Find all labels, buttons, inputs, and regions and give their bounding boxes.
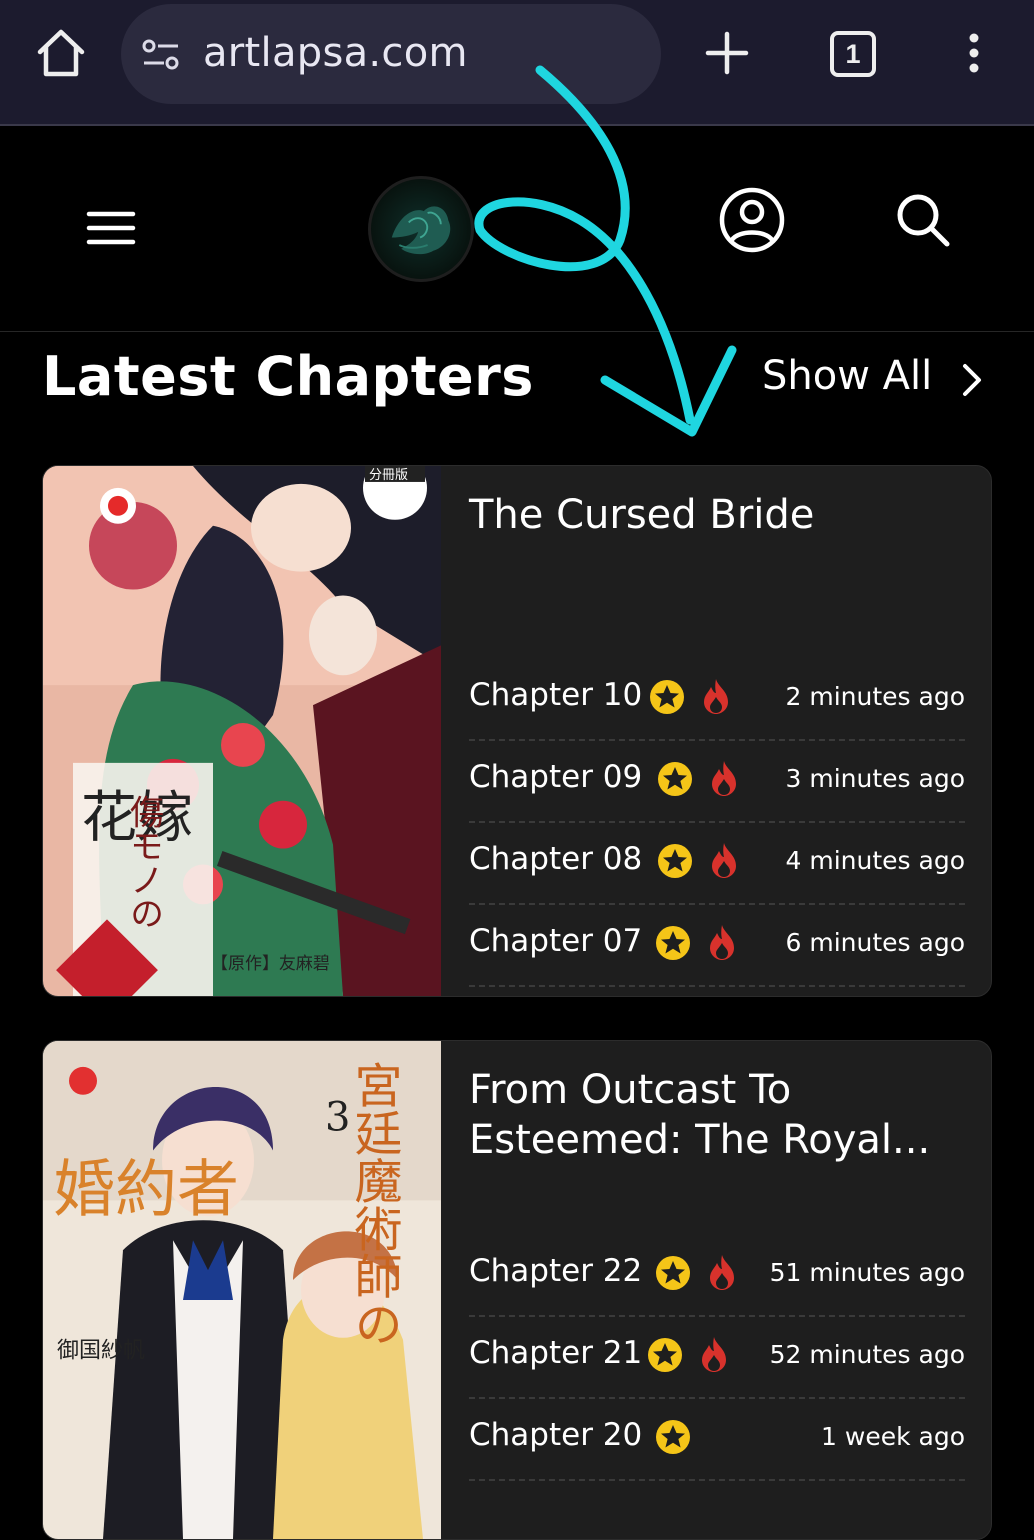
tab-switcher-button[interactable]: 1: [830, 31, 876, 77]
chapter-label[interactable]: Chapter 10: [469, 677, 642, 713]
section-title: Latest Chapters: [42, 345, 534, 408]
cover-badge: 分冊版: [369, 468, 408, 483]
chapter-label[interactable]: Chapter 21: [469, 1335, 642, 1371]
manga-title[interactable]: The Cursed Bride: [469, 490, 969, 540]
chapter-label[interactable]: Chapter 07: [469, 923, 642, 959]
chevron-right-icon[interactable]: [960, 361, 984, 399]
cover-author: 御国紗帆: [57, 1339, 145, 1364]
home-icon[interactable]: [34, 26, 88, 80]
cover-title-jp-vertical: 宮廷魔術師の: [345, 1061, 402, 1348]
site-logo[interactable]: [368, 176, 474, 282]
hamburger-menu-icon[interactable]: [86, 208, 136, 248]
star-icon: [647, 1337, 683, 1373]
tab-count: 1: [845, 39, 861, 69]
search-icon[interactable]: [893, 190, 953, 250]
chapter-row[interactable]: Chapter 07 6 minutes ago: [469, 905, 965, 987]
show-all-label[interactable]: Show All: [762, 353, 932, 399]
show-all-link[interactable]: Show All: [762, 353, 981, 407]
star-icon: [657, 761, 693, 797]
site-header: [0, 128, 1034, 332]
manga-card[interactable]: 婚約者 宮廷魔術師の 3 御国紗帆 From Outcast To Esteem…: [42, 1040, 992, 1540]
fire-icon: [707, 1253, 737, 1291]
chapter-time: 6 minutes ago: [785, 928, 965, 957]
url-text[interactable]: artlapsa.com: [203, 30, 468, 76]
chapter-row[interactable]: Chapter 20 1 week ago: [469, 1399, 965, 1481]
chapter-label[interactable]: Chapter 09: [469, 759, 642, 795]
chapter-label[interactable]: Chapter 20: [469, 1417, 642, 1453]
cover-title-jp-vertical: 傷モノの: [123, 795, 163, 931]
chapter-row[interactable]: Chapter 22 51 minutes ago: [469, 1235, 965, 1317]
star-icon: [655, 1419, 691, 1455]
cover-image[interactable]: 婚約者 宮廷魔術師の 3 御国紗帆: [43, 1041, 441, 1539]
account-icon[interactable]: [718, 186, 786, 254]
manga-card[interactable]: 分冊版 花嫁 傷モノの 【原作】友麻碧 The Cursed Bride Cha…: [42, 465, 992, 997]
cover-volume: 3: [325, 1095, 350, 1141]
chapter-time: 3 minutes ago: [785, 764, 965, 793]
site-settings-icon[interactable]: [141, 37, 181, 73]
fire-icon: [709, 841, 739, 879]
fire-icon: [707, 923, 737, 961]
fire-icon: [709, 759, 739, 797]
star-icon: [655, 1255, 691, 1291]
new-tab-icon[interactable]: [704, 30, 750, 76]
star-icon: [649, 679, 685, 715]
cover-image[interactable]: 分冊版 花嫁 傷モノの 【原作】友麻碧: [43, 466, 441, 996]
manga-title[interactable]: From Outcast To Esteemed: The Royal...: [469, 1065, 969, 1165]
more-vert-icon[interactable]: [958, 30, 990, 76]
logo-emblem-icon: [391, 206, 451, 255]
chapter-row[interactable]: Chapter 09 3 minutes ago: [469, 741, 965, 823]
browser-toolbar: artlapsa.com 1: [0, 0, 1034, 126]
address-bar[interactable]: artlapsa.com: [121, 4, 661, 104]
cover-title-jp: 婚約者: [53, 1153, 239, 1225]
chapter-time: 52 minutes ago: [769, 1340, 965, 1369]
star-icon: [655, 925, 691, 961]
chapter-row[interactable]: Chapter 08 4 minutes ago: [469, 823, 965, 905]
chapter-time: 1 week ago: [821, 1422, 965, 1451]
chapter-row[interactable]: Chapter 10 2 minutes ago: [469, 659, 965, 741]
chapter-row[interactable]: Chapter 21 52 minutes ago: [469, 1317, 965, 1399]
fire-icon: [701, 677, 731, 715]
chapter-time: 2 minutes ago: [785, 682, 965, 711]
chapter-time: 51 minutes ago: [769, 1258, 965, 1287]
star-icon: [657, 843, 693, 879]
chapter-time: 4 minutes ago: [785, 846, 965, 875]
chapter-list: Chapter 10 2 minutes ago Chapter 09 3 minut…: [469, 659, 965, 987]
chapter-label[interactable]: Chapter 22: [469, 1253, 642, 1289]
chapter-list: Chapter 22 51 minutes ago Chapter 21 52 min…: [469, 1235, 965, 1481]
chapter-label[interactable]: Chapter 08: [469, 841, 642, 877]
fire-icon: [699, 1335, 729, 1373]
cover-credits: 【原作】友麻碧: [211, 953, 330, 973]
